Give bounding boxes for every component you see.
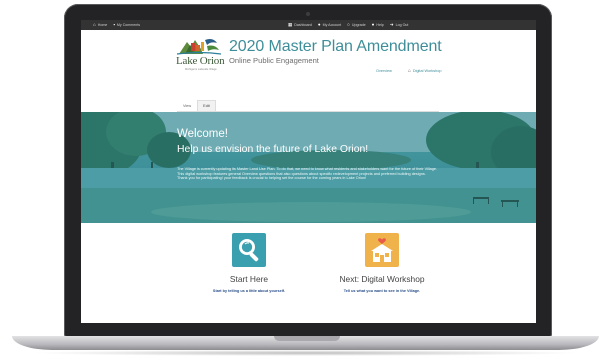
comment-icon: ▪ — [113, 22, 115, 27]
search-icon[interactable] — [232, 233, 266, 267]
nav-overview-label: Overview — [376, 69, 392, 73]
logo-subtext: Michigan's Lakeside Village — [185, 68, 217, 71]
hero-body: The Village is currently updating its Ma… — [177, 167, 461, 181]
site-subtitle: Online Public Engagement — [229, 56, 319, 65]
site-header: Lake Orion Michigan's Lakeside Village 2… — [81, 30, 536, 84]
topbar-my-account-label: My Account — [322, 23, 342, 27]
topbar-home-link[interactable]: ⌂ Home — [93, 20, 107, 30]
nav-overview[interactable]: Overview — [376, 68, 392, 74]
topbar-dashboard-label: Dashboard — [294, 23, 312, 27]
home-icon: ⌂ — [407, 68, 411, 74]
topbar-help-label: Help — [376, 23, 384, 27]
topbar-my-account-link[interactable]: ● My Account — [318, 20, 341, 30]
hero-paragraph: The Village is currently updating its Ma… — [177, 167, 438, 171]
hero-title: Welcome! — [177, 128, 228, 140]
logout-icon: ➜ — [389, 22, 394, 27]
topbar-upgrade-link[interactable]: ○ Upgrade — [347, 20, 366, 30]
laptop-base — [12, 336, 599, 350]
screen: ⌂ Home ▪ My Comments ▦ Dashboard ● My Ac… — [81, 20, 536, 323]
start-here-link[interactable]: Start by telling us a little about yours… — [189, 289, 309, 293]
dashboard-icon: ▦ — [288, 22, 293, 27]
top-bar: ⌂ Home ▪ My Comments ▦ Dashboard ● My Ac… — [81, 20, 536, 30]
topbar-help-link[interactable]: ● Help — [372, 20, 384, 30]
nav-digital-workshop-label: Digital Workshop — [412, 69, 442, 73]
topbar-my-comments-link[interactable]: ▪ My Comments — [113, 20, 140, 30]
user-icon: ● — [317, 22, 321, 27]
webcam — [306, 12, 310, 16]
start-here-title[interactable]: Start Here — [189, 274, 309, 284]
laptop-shadow — [30, 350, 581, 356]
topbar-my-comments-label: My Comments — [116, 23, 141, 27]
lake-orion-logo[interactable]: Lake Orion Michigan's Lakeside Village — [173, 37, 225, 73]
topbar-home-label: Home — [97, 23, 108, 27]
topbar-logout-label: Log Out — [395, 23, 409, 27]
hero-subtitle: Help us envision the future of Lake Orio… — [177, 144, 369, 155]
hero-banner: Welcome! Help us envision the future of … — [81, 112, 536, 223]
topbar-logout-link[interactable]: ➜ Log Out — [390, 20, 409, 30]
nav-digital-workshop[interactable]: ⌂ Digital Workshop — [408, 68, 442, 74]
logo-text: Lake Orion — [176, 55, 225, 67]
laptop-notch — [274, 336, 340, 341]
help-icon: ● — [371, 22, 375, 27]
home-icon: ⌂ — [93, 22, 96, 27]
hero-paragraph: Thank you for participating! your feedba… — [177, 176, 367, 181]
digital-workshop-title[interactable]: Next: Digital Workshop — [322, 274, 442, 284]
house-heart-icon[interactable] — [365, 233, 399, 267]
topbar-dashboard-link[interactable]: ▦ Dashboard — [288, 20, 312, 30]
digital-workshop-link[interactable]: Tell us what you want to see in the Vill… — [322, 289, 442, 293]
site-title: 2020 Master Plan Amendment — [229, 38, 442, 55]
upgrade-icon: ○ — [347, 22, 350, 27]
topbar-upgrade-label: Upgrade — [351, 23, 366, 27]
logo-mark-icon — [177, 39, 221, 55]
main-nav: Overview ⌂ Digital Workshop — [376, 68, 442, 74]
